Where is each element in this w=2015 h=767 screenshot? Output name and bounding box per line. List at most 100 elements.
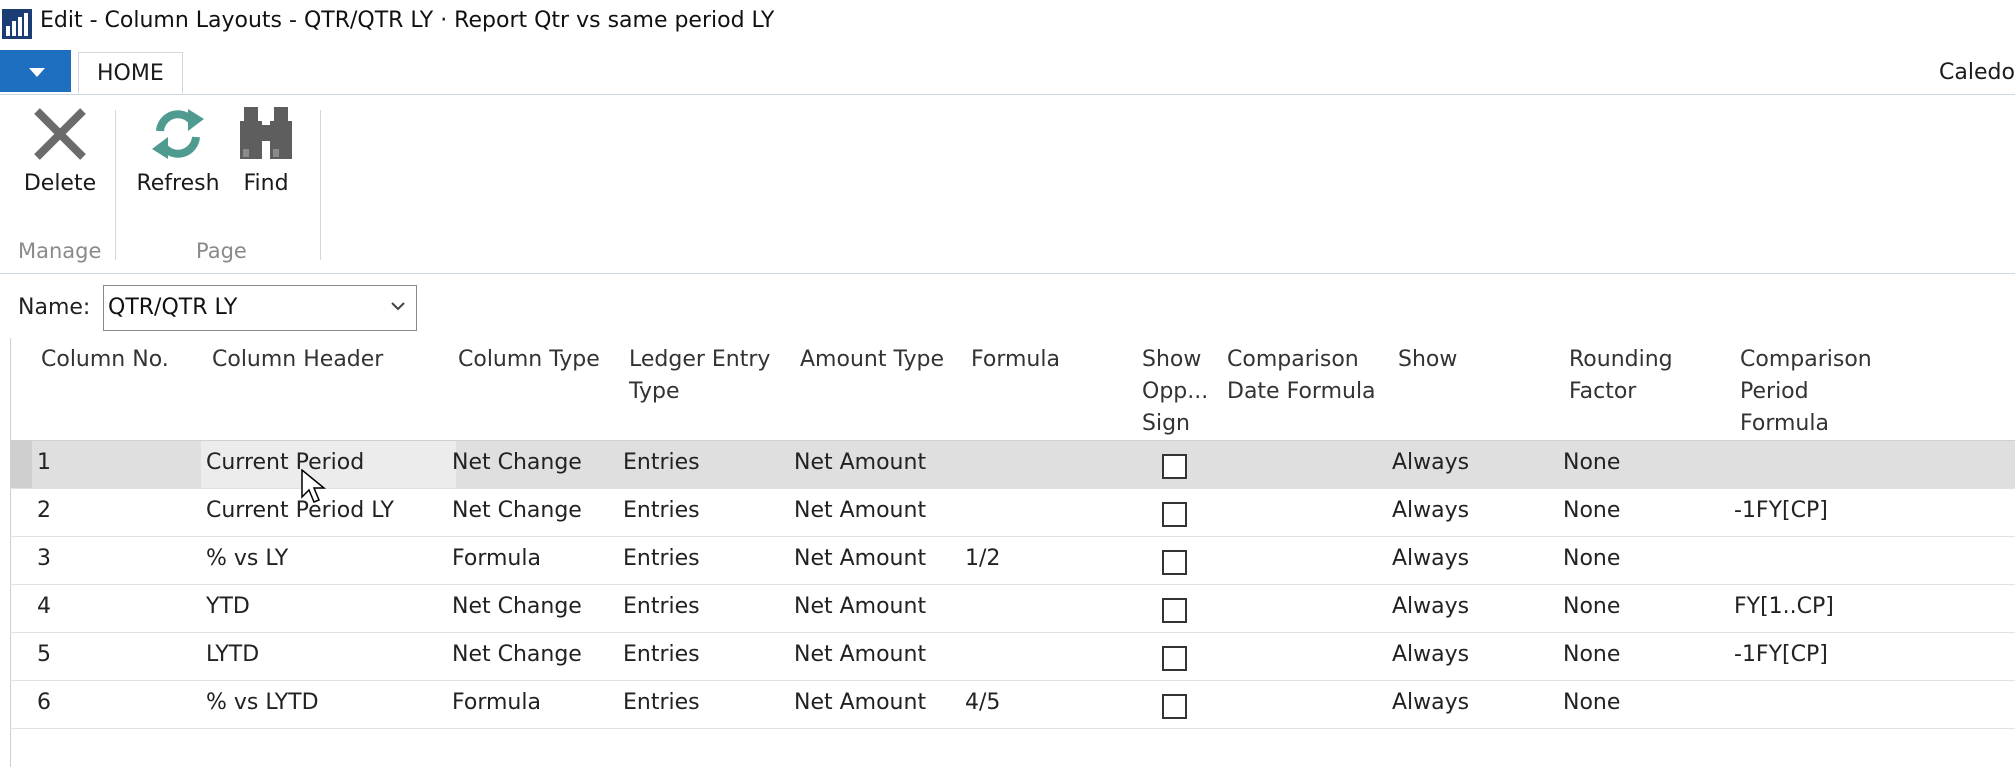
- header-line: Formula: [1740, 411, 1829, 436]
- chevron-down-icon[interactable]: [390, 298, 406, 314]
- cell-formula[interactable]: 1/2: [965, 546, 1000, 571]
- cell-ledger[interactable]: Entries: [623, 642, 700, 667]
- header-show-opposite-sign[interactable]: Show Opp... Sign: [1142, 344, 1208, 440]
- table-row[interactable]: 5 LYTD Net Change Entries Net Amount Always No…: [10, 633, 2015, 681]
- header-formula[interactable]: Formula: [971, 344, 1060, 376]
- cell-show[interactable]: Always: [1392, 546, 1469, 571]
- cell-show[interactable]: Always: [1392, 450, 1469, 475]
- cell-header[interactable]: YTD: [206, 594, 250, 619]
- cell-rounding[interactable]: None: [1563, 594, 1620, 619]
- header-column-header[interactable]: Column Header: [212, 344, 383, 376]
- caret-down-icon: [29, 68, 45, 77]
- group-label-page: Page: [196, 239, 247, 263]
- cell-rounding[interactable]: None: [1563, 546, 1620, 571]
- cell-header[interactable]: % vs LYTD: [206, 690, 319, 715]
- cell-cmp-period[interactable]: FY[1..CP]: [1734, 594, 1834, 619]
- cell-col-no[interactable]: 1: [37, 450, 51, 475]
- app-menu-button[interactable]: [0, 50, 71, 92]
- header-line: Show: [1398, 347, 1458, 372]
- cell-rounding[interactable]: None: [1563, 642, 1620, 667]
- delete-button[interactable]: Delete: [20, 105, 100, 196]
- cell-col-no[interactable]: 3: [37, 546, 51, 571]
- cell-ledger[interactable]: Entries: [623, 594, 700, 619]
- header-ledger-entry-type[interactable]: Ledger Entry Type: [629, 344, 770, 408]
- cell-show[interactable]: Always: [1392, 594, 1469, 619]
- header-line: Amount Type: [800, 347, 944, 372]
- cell-type[interactable]: Formula: [452, 690, 541, 715]
- tab-home[interactable]: HOME: [78, 52, 183, 94]
- table-row[interactable]: 6 % vs LYTD Formula Entries Net Amount 4/5 Alw…: [10, 681, 2015, 729]
- cell-header[interactable]: Current Period LY: [206, 498, 394, 523]
- header-line: Show: [1142, 347, 1202, 372]
- table-row[interactable]: 4 YTD Net Change Entries Net Amount Always Non…: [10, 585, 2015, 633]
- cell-show[interactable]: Always: [1392, 498, 1469, 523]
- header-column-no[interactable]: Column No.: [41, 344, 169, 376]
- cell-amount[interactable]: Net Amount: [794, 690, 926, 715]
- cell-show[interactable]: Always: [1392, 642, 1469, 667]
- find-button[interactable]: Find: [232, 105, 300, 196]
- cell-ledger[interactable]: Entries: [623, 690, 700, 715]
- show-opposite-sign-checkbox[interactable]: [1162, 694, 1187, 719]
- header-comparison-date-formula[interactable]: Comparison Date Formula: [1227, 344, 1376, 408]
- header-show[interactable]: Show: [1398, 344, 1457, 376]
- show-opposite-sign-checkbox[interactable]: [1162, 502, 1187, 527]
- header-comparison-period-formula[interactable]: Comparison Period Formula: [1740, 344, 1872, 440]
- cell-type[interactable]: Net Change: [452, 450, 582, 475]
- show-opposite-sign-checkbox[interactable]: [1162, 646, 1187, 671]
- header-line: Rounding: [1569, 347, 1673, 372]
- name-field-row: Name: QTR/QTR LY: [0, 285, 600, 333]
- header-line: Ledger Entry: [629, 347, 771, 372]
- cell-rounding[interactable]: None: [1563, 690, 1620, 715]
- cell-amount[interactable]: Net Amount: [794, 546, 926, 571]
- cell-rounding[interactable]: None: [1563, 450, 1620, 475]
- cell-header[interactable]: % vs LY: [206, 546, 288, 571]
- cell-type[interactable]: Net Change: [452, 642, 582, 667]
- cell-type[interactable]: Net Change: [452, 594, 582, 619]
- window-title: Edit - Column Layouts - QTR/QTR LY · Rep…: [40, 8, 775, 33]
- cell-ledger[interactable]: Entries: [623, 546, 700, 571]
- title-bar: Edit - Column Layouts - QTR/QTR LY · Rep…: [0, 0, 2015, 48]
- cell-col-no[interactable]: 6: [37, 690, 51, 715]
- header-column-type[interactable]: Column Type: [458, 344, 600, 376]
- header-line: Sign: [1142, 411, 1190, 436]
- column-layout-grid: Column No. Column Header Column Type Led…: [10, 338, 2015, 767]
- header-line: Opp...: [1142, 379, 1209, 404]
- cell-amount[interactable]: Net Amount: [794, 642, 926, 667]
- cell-col-no[interactable]: 5: [37, 642, 51, 667]
- cell-cmp-period[interactable]: -1FY[CP]: [1734, 642, 1828, 667]
- header-line: Factor: [1569, 379, 1637, 404]
- cell-col-no[interactable]: 4: [37, 594, 51, 619]
- cell-header[interactable]: Current Period: [206, 450, 364, 475]
- cell-formula[interactable]: 4/5: [965, 690, 1000, 715]
- cell-cmp-period[interactable]: -1FY[CP]: [1734, 498, 1828, 523]
- cell-header[interactable]: LYTD: [206, 642, 259, 667]
- cell-show[interactable]: Always: [1392, 690, 1469, 715]
- cell-rounding[interactable]: None: [1563, 498, 1620, 523]
- header-amount-type[interactable]: Amount Type: [800, 344, 944, 376]
- cell-ledger[interactable]: Entries: [623, 450, 700, 475]
- cell-amount[interactable]: Net Amount: [794, 498, 926, 523]
- show-opposite-sign-checkbox[interactable]: [1162, 598, 1187, 623]
- show-opposite-sign-checkbox[interactable]: [1162, 550, 1187, 575]
- cell-amount[interactable]: Net Amount: [794, 594, 926, 619]
- refresh-button[interactable]: Refresh: [135, 105, 221, 196]
- cell-type[interactable]: Formula: [452, 546, 541, 571]
- app-logo-icon: [2, 9, 32, 39]
- refresh-button-label: Refresh: [136, 171, 220, 196]
- row-selection-marker: [10, 441, 32, 489]
- header-line: Column Header: [212, 347, 384, 372]
- table-row[interactable]: 3 % vs LY Formula Entries Net Amount 1/2 Alway…: [10, 537, 2015, 585]
- header-rounding-factor[interactable]: Rounding Factor: [1569, 344, 1673, 408]
- company-name: Caledon: [1939, 60, 2015, 85]
- cell-ledger[interactable]: Entries: [623, 498, 700, 523]
- show-opposite-sign-checkbox[interactable]: [1162, 454, 1187, 479]
- cell-amount[interactable]: Net Amount: [794, 450, 926, 475]
- cell-type[interactable]: Net Change: [452, 498, 582, 523]
- header-line: Formula: [971, 347, 1060, 372]
- refresh-icon: [152, 109, 204, 159]
- header-line: Comparison: [1227, 347, 1359, 372]
- row-divider: [10, 728, 2015, 729]
- name-dropdown[interactable]: QTR/QTR LY: [103, 285, 417, 331]
- ribbon: Delete Manage Refresh Find Page: [0, 95, 2015, 274]
- cell-col-no[interactable]: 2: [37, 498, 51, 523]
